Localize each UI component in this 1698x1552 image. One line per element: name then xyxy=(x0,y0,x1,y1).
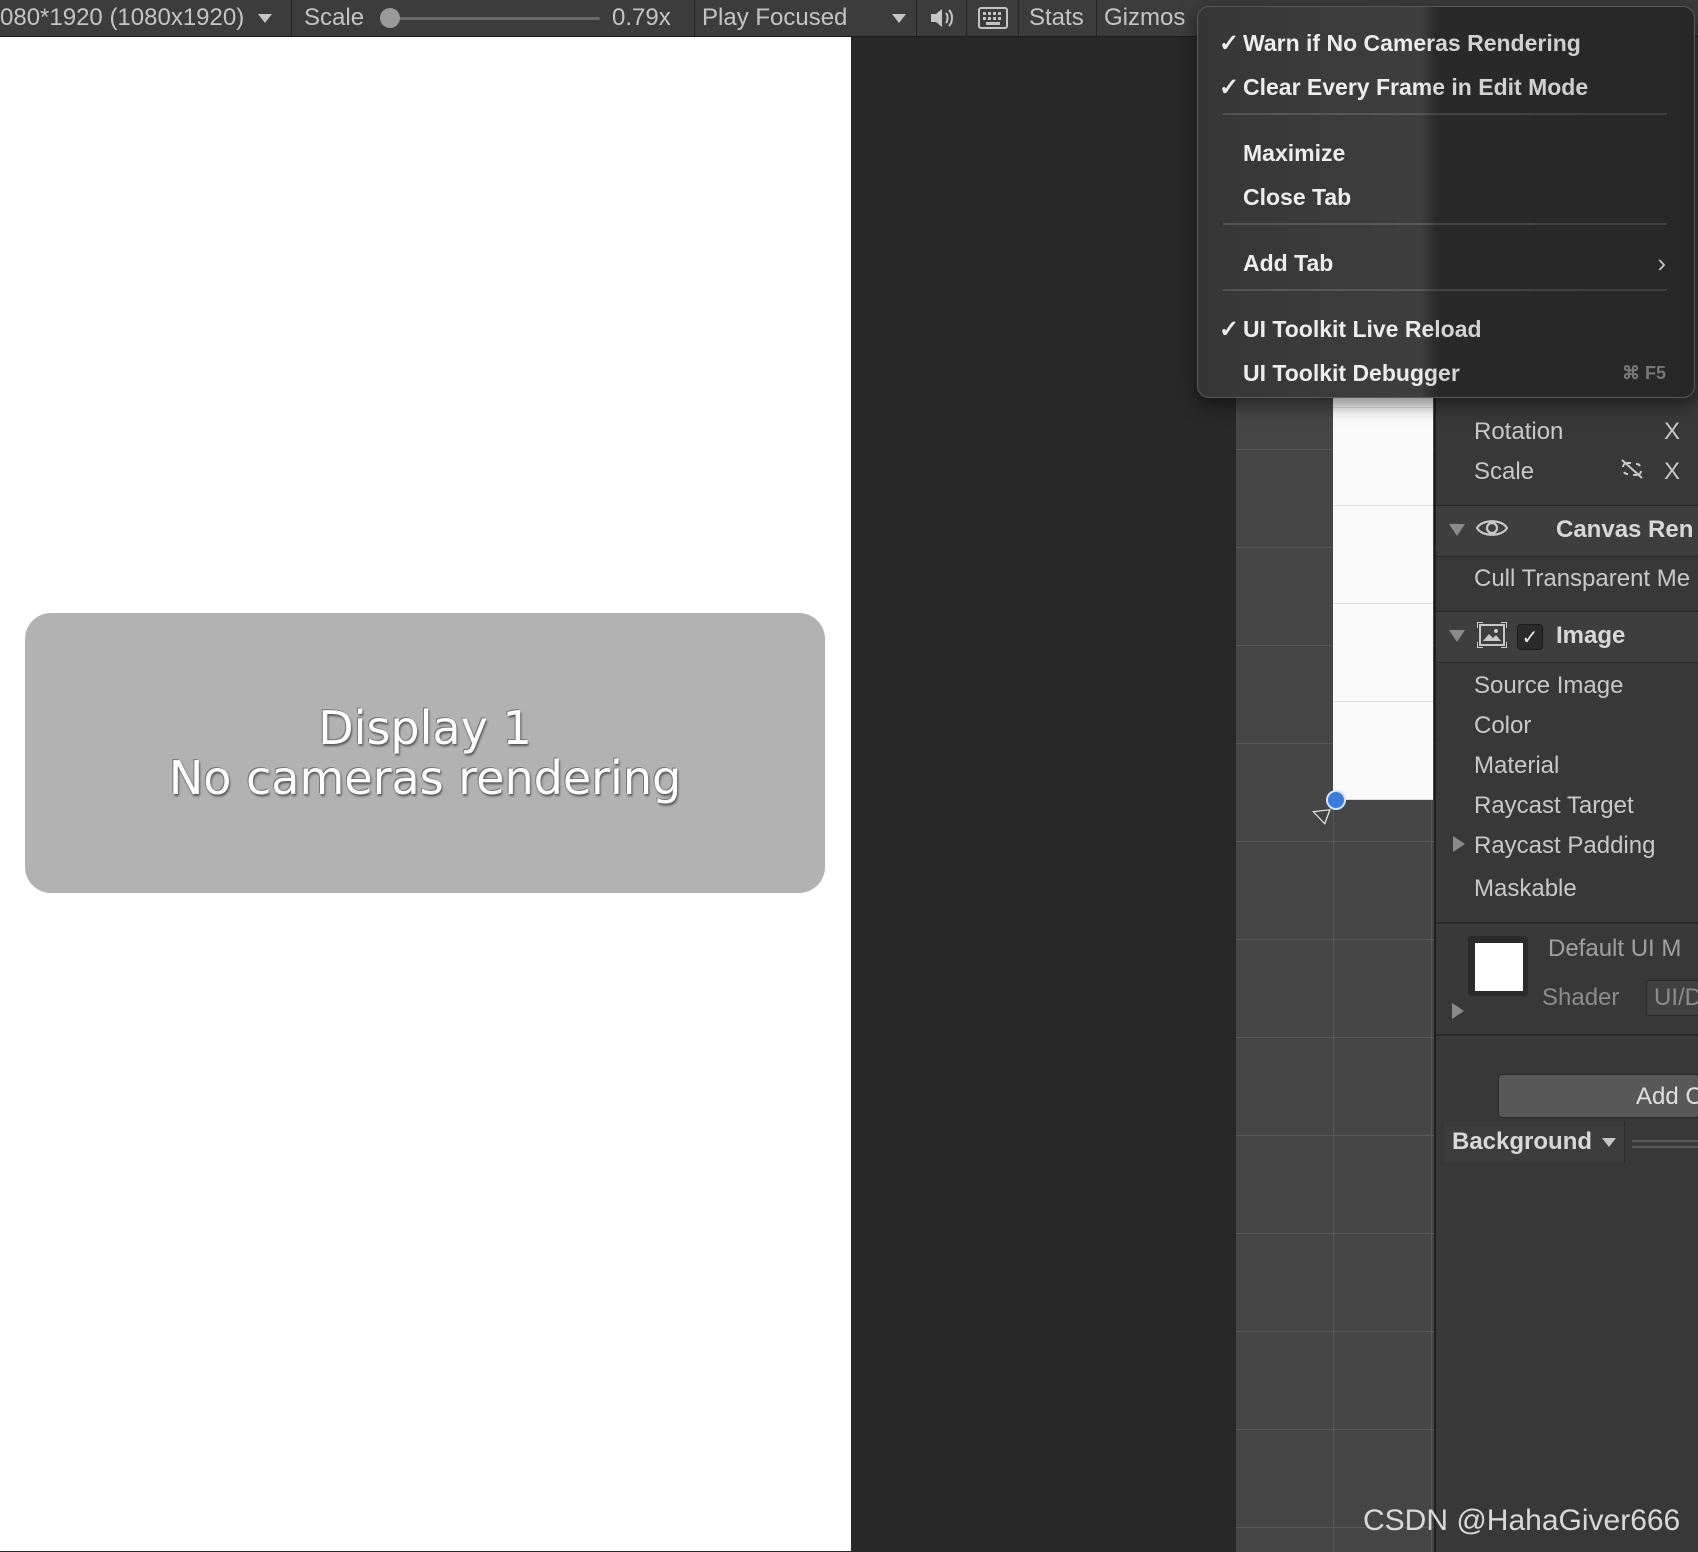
canvas-renderer-title: Canvas Ren xyxy=(1556,516,1694,543)
scale-label: Scale xyxy=(1474,458,1535,485)
add-component-button[interactable]: Add C xyxy=(1498,1074,1698,1118)
menu-item-ui-toolkit-live-reload[interactable]: ✓ UI Toolkit Live Reload xyxy=(1198,309,1694,349)
add-component-label: Add C xyxy=(1636,1083,1698,1110)
source-image-label: Source Image xyxy=(1474,672,1624,699)
scene-ui-rect[interactable] xyxy=(1333,390,1433,800)
eye-icon xyxy=(1475,516,1509,547)
material-name: Default UI M xyxy=(1548,935,1682,962)
keyboard-icon[interactable] xyxy=(978,0,1008,36)
rotation-label: Rotation xyxy=(1474,418,1564,445)
resolution-dropdown[interactable]: 080*1920 (1080x1920) xyxy=(0,0,273,36)
image-title: Image xyxy=(1556,622,1626,649)
chevron-down-icon xyxy=(1602,1138,1616,1147)
background-label: Background xyxy=(1452,1128,1593,1155)
menu-item-label: Close Tab xyxy=(1243,183,1352,210)
divider xyxy=(1436,1034,1698,1036)
foldout-arrow-icon[interactable] xyxy=(1452,1003,1464,1019)
menu-item-ui-toolkit-debugger[interactable]: UI Toolkit Debugger ⌘ F5 xyxy=(1198,353,1694,393)
menu-item-label: Warn if No Cameras Rendering xyxy=(1243,29,1581,56)
scene-view-background xyxy=(851,37,1236,1552)
stats-button[interactable]: Stats xyxy=(1029,0,1084,36)
no-cameras-message: Display 1 No cameras rendering xyxy=(25,613,825,893)
menu-divider xyxy=(1223,223,1667,225)
background-divider xyxy=(1632,1140,1698,1142)
menu-item-label: Clear Every Frame in Edit Mode xyxy=(1243,73,1589,100)
raycast-target-label: Raycast Target xyxy=(1474,792,1634,819)
shader-label: Shader xyxy=(1542,984,1620,1011)
material-label: Material xyxy=(1474,752,1560,779)
menu-divider xyxy=(1223,113,1667,115)
foldout-arrow-icon[interactable] xyxy=(1449,524,1465,536)
cull-transparent-label: Cull Transparent Me xyxy=(1474,565,1691,592)
no-cameras-label: No cameras rendering xyxy=(168,751,682,805)
scale-slider-track[interactable] xyxy=(390,17,600,20)
checkmark-icon: ✓ xyxy=(1219,315,1240,343)
gizmos-button[interactable]: Gizmos xyxy=(1104,0,1185,36)
menu-item-label: Maximize xyxy=(1243,139,1346,166)
maskable-label: Maskable xyxy=(1474,875,1577,902)
image-enabled-checkbox[interactable]: ✓ xyxy=(1517,624,1543,650)
speaker-icon[interactable] xyxy=(928,0,956,36)
menu-item-label: UI Toolkit Debugger xyxy=(1243,359,1460,386)
foldout-arrow-icon[interactable] xyxy=(1449,630,1465,642)
scale-x-axis: X xyxy=(1664,458,1681,485)
background-divider xyxy=(1632,1146,1698,1148)
shader-value: UI/D xyxy=(1654,984,1698,1011)
unlink-icon[interactable] xyxy=(1619,458,1645,487)
rotation-x-axis: X xyxy=(1664,418,1681,445)
image-component-icon xyxy=(1476,621,1508,655)
menu-item-warn-no-cameras[interactable]: ✓ Warn if No Cameras Rendering xyxy=(1198,23,1694,63)
chevron-down-icon xyxy=(258,13,273,23)
menu-item-label: Add Tab xyxy=(1243,249,1334,276)
resolution-label: 080*1920 (1080x1920) xyxy=(0,4,245,31)
chevron-down-icon xyxy=(892,13,906,23)
color-label: Color xyxy=(1474,712,1532,739)
shader-dropdown[interactable]: UI/D xyxy=(1646,980,1698,1016)
play-focused-label: Play Focused xyxy=(702,4,848,31)
foldout-arrow-icon[interactable] xyxy=(1453,836,1465,852)
menu-item-shortcut: ⌘ F5 xyxy=(1621,362,1666,383)
menu-item-close-tab[interactable]: Close Tab xyxy=(1198,177,1694,217)
raycast-padding-label: Raycast Padding xyxy=(1474,832,1656,859)
menu-item-add-tab[interactable]: Add Tab › xyxy=(1198,243,1694,283)
menu-item-maximize[interactable]: Maximize xyxy=(1198,133,1694,173)
scale-value: 0.79x xyxy=(612,4,671,31)
game-view-context-menu: ✓ Warn if No Cameras Rendering ✓ Clear E… xyxy=(1197,6,1695,398)
material-preview-swatch xyxy=(1475,943,1523,991)
checkmark-icon: ✓ xyxy=(1219,29,1240,57)
watermark: CSDN @HahaGiver666 xyxy=(1363,1504,1681,1537)
background-dropdown[interactable]: Background xyxy=(1444,1122,1625,1162)
divider xyxy=(1436,922,1698,924)
menu-item-clear-every-frame[interactable]: ✓ Clear Every Frame in Edit Mode xyxy=(1198,67,1694,107)
display-label: Display 1 xyxy=(318,701,532,755)
menu-divider xyxy=(1223,289,1667,291)
submenu-chevron-icon: › xyxy=(1657,247,1666,278)
scale-label: Scale xyxy=(304,4,365,31)
scale-slider-knob[interactable] xyxy=(380,8,400,28)
checkmark-icon: ✓ xyxy=(1219,73,1240,101)
menu-item-label: UI Toolkit Live Reload xyxy=(1243,315,1482,342)
play-focused-dropdown[interactable]: Play Focused xyxy=(702,0,914,36)
